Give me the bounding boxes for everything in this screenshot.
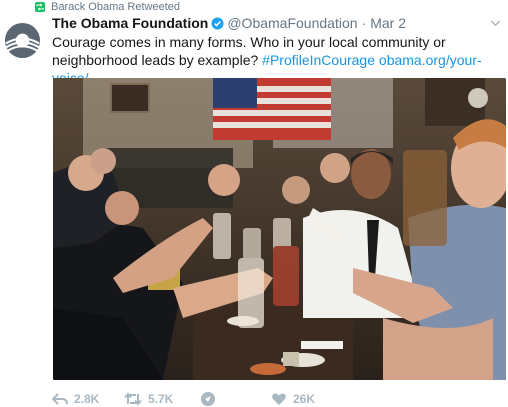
direct-message-icon bbox=[201, 392, 215, 406]
reply-button[interactable]: 2.8K bbox=[52, 392, 99, 406]
retweet-context: Barack Obama Retweeted bbox=[35, 0, 180, 14]
avatar[interactable] bbox=[3, 21, 42, 60]
heart-icon bbox=[272, 393, 286, 405]
retweet-context-text[interactable]: Barack Obama Retweeted bbox=[51, 1, 180, 13]
like-button[interactable]: 26K bbox=[271, 392, 315, 406]
tweet-header: The Obama Foundation @ObamaFoundation · … bbox=[52, 14, 406, 32]
header-separator: · bbox=[361, 15, 367, 31]
obama-foundation-logo-icon bbox=[4, 22, 41, 59]
photo-toast-scene bbox=[53, 78, 506, 380]
timestamp[interactable]: Mar 2 bbox=[370, 15, 406, 31]
hashtag-link[interactable]: #ProfileInCourage bbox=[262, 52, 375, 68]
like-count: 26K bbox=[293, 392, 316, 406]
flag-decoration bbox=[213, 78, 331, 140]
retweet-badge-icon bbox=[35, 2, 45, 12]
reply-icon bbox=[52, 393, 68, 405]
retweet-icon bbox=[124, 392, 142, 406]
retweet-count: 5.7K bbox=[148, 392, 174, 406]
chevron-down-icon[interactable] bbox=[488, 16, 502, 30]
tweet-photo[interactable] bbox=[53, 78, 506, 380]
verified-badge-icon bbox=[211, 16, 224, 30]
reply-count: 2.8K bbox=[74, 392, 100, 406]
display-name[interactable]: The Obama Foundation bbox=[52, 15, 208, 31]
direct-message-button[interactable] bbox=[200, 391, 216, 407]
handle[interactable]: @ObamaFoundation bbox=[227, 15, 357, 31]
retweet-button[interactable]: 5.7K bbox=[124, 392, 173, 406]
